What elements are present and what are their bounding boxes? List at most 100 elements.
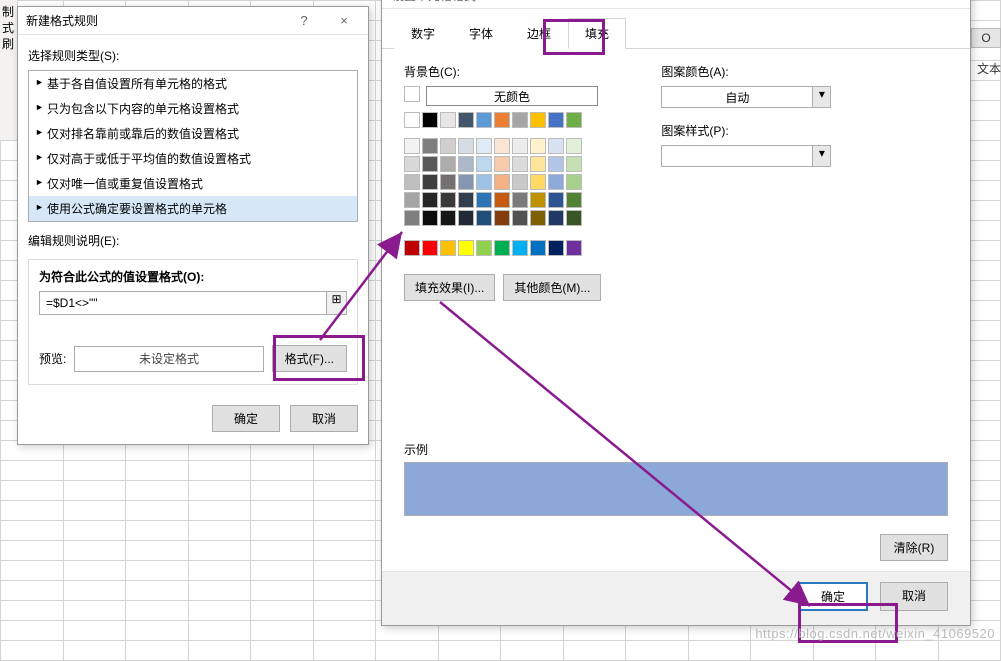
color-swatch[interactable] <box>566 192 582 208</box>
color-swatch[interactable] <box>530 192 546 208</box>
color-swatch[interactable] <box>476 156 492 172</box>
color-swatch[interactable] <box>476 210 492 226</box>
close-button[interactable]: × <box>324 13 364 28</box>
color-swatch[interactable] <box>422 240 438 256</box>
color-swatch[interactable] <box>422 112 438 128</box>
color-swatch[interactable] <box>476 192 492 208</box>
color-swatch[interactable] <box>566 240 582 256</box>
color-swatch[interactable] <box>404 138 420 154</box>
close-button[interactable]: × <box>926 0 966 3</box>
color-swatch[interactable] <box>512 240 528 256</box>
range-picker-icon[interactable]: ⊞ <box>327 291 347 315</box>
color-swatch[interactable] <box>548 192 564 208</box>
color-swatch[interactable] <box>566 210 582 226</box>
color-swatch[interactable] <box>530 174 546 190</box>
format-button[interactable]: 格式(F)... <box>272 345 347 372</box>
rule-type-item-selected[interactable]: 使用公式确定要设置格式的单元格 <box>29 196 357 221</box>
dialog1-titlebar[interactable]: 新建格式规则 ? × <box>18 7 368 35</box>
color-swatch[interactable] <box>458 174 474 190</box>
color-swatch[interactable] <box>458 112 474 128</box>
color-swatch[interactable] <box>476 138 492 154</box>
chevron-down-icon[interactable]: ▾ <box>812 146 830 166</box>
color-swatch[interactable] <box>476 240 492 256</box>
color-swatch[interactable] <box>512 210 528 226</box>
rule-type-item[interactable]: 仅对高于或低于平均值的数值设置格式 <box>29 146 357 171</box>
color-swatch[interactable] <box>404 112 420 128</box>
color-swatch[interactable] <box>530 240 546 256</box>
color-swatch[interactable] <box>440 138 456 154</box>
color-swatch[interactable] <box>422 156 438 172</box>
color-swatch[interactable] <box>458 210 474 226</box>
rule-type-item[interactable]: 基于各自值设置所有单元格的格式 <box>29 71 357 96</box>
color-swatch[interactable] <box>566 156 582 172</box>
color-swatch[interactable] <box>548 210 564 226</box>
color-swatch[interactable] <box>440 112 456 128</box>
rule-type-item[interactable]: 仅对排名靠前或靠后的数值设置格式 <box>29 121 357 146</box>
color-swatch[interactable] <box>548 156 564 172</box>
tab-fill[interactable]: 填充 <box>568 18 626 49</box>
pattern-color-select[interactable]: 自动 ▾ <box>661 86 831 108</box>
tab-number[interactable]: 数字 <box>394 18 452 49</box>
cancel-button[interactable]: 取消 <box>290 405 358 432</box>
color-swatch[interactable] <box>440 240 456 256</box>
color-swatch[interactable] <box>530 210 546 226</box>
color-swatch[interactable] <box>566 174 582 190</box>
rule-type-list[interactable]: 基于各自值设置所有单元格的格式 只为包含以下内容的单元格设置格式 仅对排名靠前或… <box>28 70 358 222</box>
color-swatch[interactable] <box>422 192 438 208</box>
color-swatch[interactable] <box>440 174 456 190</box>
color-swatch[interactable] <box>512 174 528 190</box>
color-swatch[interactable] <box>440 210 456 226</box>
color-swatch[interactable] <box>548 174 564 190</box>
color-swatch[interactable] <box>494 156 510 172</box>
color-swatch[interactable] <box>404 240 420 256</box>
tab-border[interactable]: 边框 <box>510 18 568 49</box>
ok-button[interactable]: 确定 <box>212 405 280 432</box>
fill-effects-button[interactable]: 填充效果(I)... <box>404 274 495 301</box>
color-swatch[interactable] <box>422 174 438 190</box>
color-swatch-none[interactable] <box>404 86 420 102</box>
tab-font[interactable]: 字体 <box>452 18 510 49</box>
color-swatch[interactable] <box>512 112 528 128</box>
rule-type-item[interactable]: 只为包含以下内容的单元格设置格式 <box>29 96 357 121</box>
color-swatch[interactable] <box>458 240 474 256</box>
pattern-style-select[interactable]: ▾ <box>661 145 831 167</box>
color-swatch[interactable] <box>512 156 528 172</box>
color-swatch[interactable] <box>494 138 510 154</box>
color-swatch[interactable] <box>476 174 492 190</box>
color-swatch[interactable] <box>494 240 510 256</box>
color-swatch[interactable] <box>512 138 528 154</box>
color-swatch[interactable] <box>404 192 420 208</box>
color-swatch[interactable] <box>530 156 546 172</box>
color-swatch[interactable] <box>494 174 510 190</box>
color-swatch[interactable] <box>404 156 420 172</box>
color-swatch[interactable] <box>476 112 492 128</box>
color-swatch[interactable] <box>548 240 564 256</box>
formula-input[interactable] <box>39 291 327 315</box>
color-swatch[interactable] <box>458 192 474 208</box>
color-swatch[interactable] <box>566 112 582 128</box>
rule-type-item[interactable]: 仅对唯一值或重复值设置格式 <box>29 171 357 196</box>
color-swatch[interactable] <box>458 156 474 172</box>
column-header-O[interactable]: O <box>971 28 1001 48</box>
more-colors-button[interactable]: 其他颜色(M)... <box>503 274 601 301</box>
color-swatch[interactable] <box>512 192 528 208</box>
color-swatch[interactable] <box>530 138 546 154</box>
color-swatch[interactable] <box>494 192 510 208</box>
color-swatch[interactable] <box>548 112 564 128</box>
color-swatch[interactable] <box>494 210 510 226</box>
color-swatch[interactable] <box>422 210 438 226</box>
help-button[interactable]: ? <box>284 13 324 28</box>
color-swatch[interactable] <box>566 138 582 154</box>
color-swatch[interactable] <box>404 174 420 190</box>
chevron-down-icon[interactable]: ▾ <box>812 87 830 107</box>
color-swatch[interactable] <box>530 112 546 128</box>
color-swatch[interactable] <box>422 138 438 154</box>
color-swatch[interactable] <box>404 210 420 226</box>
color-swatch[interactable] <box>440 156 456 172</box>
color-swatch[interactable] <box>458 138 474 154</box>
cancel-button[interactable]: 取消 <box>880 582 948 611</box>
ok-button[interactable]: 确定 <box>798 582 868 611</box>
color-swatch[interactable] <box>548 138 564 154</box>
color-swatch[interactable] <box>494 112 510 128</box>
clear-button[interactable]: 清除(R) <box>880 534 948 561</box>
